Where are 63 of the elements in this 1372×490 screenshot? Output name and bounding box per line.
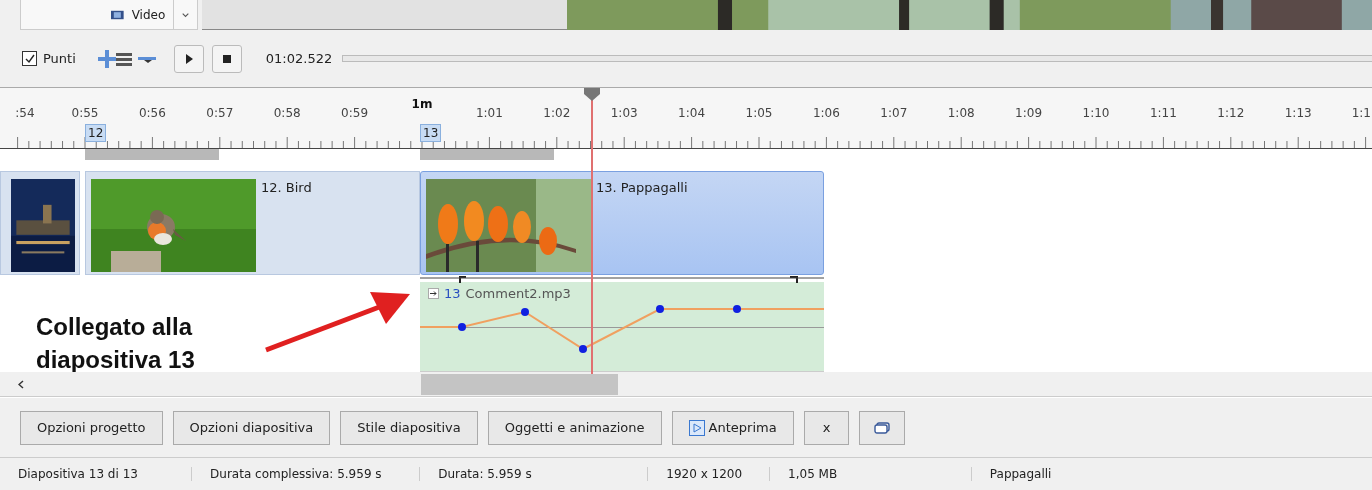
ruler-label: 1:07: [880, 106, 908, 120]
ruler-label: 1:08: [947, 106, 975, 120]
checkbox-label: Punti: [43, 51, 76, 66]
ruler-label: :54: [15, 106, 35, 120]
action-button[interactable]: Opzioni progetto: [20, 410, 163, 445]
ruler-label: 0:55: [71, 106, 99, 120]
ruler-label: 1:03: [610, 106, 638, 120]
scroll-left-icon[interactable]: [18, 380, 24, 389]
ruler-label: 1:09: [1015, 106, 1043, 120]
ruler-label: 1:06: [812, 106, 840, 120]
audio-file-name: Comment2.mp3: [465, 286, 571, 301]
play-button[interactable]: [173, 44, 204, 73]
action-button[interactable]: Stile diapositiva: [340, 410, 478, 445]
ruler-label: 1:13: [1284, 106, 1312, 120]
ruler-label: 1:04: [678, 106, 706, 120]
horizontal-scrollbar[interactable]: [0, 372, 1372, 397]
stop-icon: [222, 54, 231, 63]
stop-button[interactable]: [211, 44, 242, 73]
slide-marker[interactable]: 13: [420, 124, 442, 142]
window-button[interactable]: [859, 410, 906, 445]
linked-slide-number: 13: [444, 286, 461, 301]
points-checkbox[interactable]: Punti: [22, 51, 76, 66]
view-dropdown[interactable]: Video: [20, 0, 198, 30]
add-point-icon[interactable]: [95, 48, 158, 69]
status-text: Durata: 5.959 s: [438, 467, 532, 481]
time-display: 01:02.522: [265, 51, 333, 66]
ruler-label: 0:59: [341, 106, 369, 120]
ruler-label: 1:01: [475, 106, 503, 120]
checkbox[interactable]: [22, 51, 37, 66]
status-text: 1,05 MB: [788, 467, 838, 481]
action-button[interactable]: x: [803, 410, 850, 445]
ruler-label: 1:05: [745, 106, 773, 120]
ruler-label: 0:56: [138, 106, 166, 120]
caret-icon: [181, 11, 189, 18]
preview-button[interactable]: Anteprima: [671, 410, 794, 445]
ruler-label: 1:02: [543, 106, 571, 120]
action-button[interactable]: Opzioni diapositiva: [172, 410, 331, 445]
status-text: Diapositiva 13 di 13: [18, 467, 138, 481]
windows-icon: [874, 421, 891, 434]
ruler-label: 0:58: [273, 106, 301, 120]
slide-clip[interactable]: 12. Bird: [85, 171, 420, 275]
slide-title: 13. Pappagalli: [596, 180, 688, 195]
scrollbar-thumb[interactable]: [421, 374, 618, 395]
ruler-label: 1:1: [1351, 106, 1371, 120]
slide-clip[interactable]: 13. Pappagalli: [420, 171, 824, 275]
ruler-label: 1m: [411, 97, 433, 111]
slide-clip[interactable]: [0, 171, 80, 275]
play-icon: [184, 53, 193, 64]
slide-marker[interactable]: 12: [85, 124, 107, 142]
status-text: Pappagalli: [989, 467, 1052, 481]
status-text: Durata complessiva: 5.959 s: [210, 467, 382, 481]
ruler-label: 0:57: [206, 106, 234, 120]
action-button[interactable]: Oggetti e animazione: [487, 410, 662, 445]
ruler-label: 1:11: [1149, 106, 1177, 120]
ruler-label: 1:12: [1217, 106, 1245, 120]
status-text: 1920 x 1200: [666, 467, 743, 481]
play-icon: [688, 419, 705, 436]
slide-title: 12. Bird: [261, 180, 312, 195]
ruler-label: 1:10: [1082, 106, 1110, 120]
film-icon: [111, 8, 124, 21]
audio-clip[interactable]: 13 Comment2.mp3: [420, 282, 824, 372]
link-icon: [428, 288, 439, 299]
annotation-text: Collegato alla diapositiva 13: [36, 312, 196, 375]
